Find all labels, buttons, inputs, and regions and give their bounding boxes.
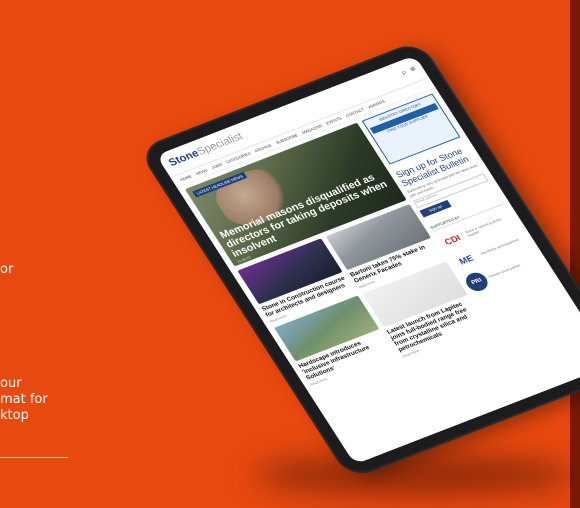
partner-logo-pri: PRI bbox=[462, 269, 492, 294]
tablet-frame: StoneSpecialist ⌕ ≡ Home News Jobs Categ… bbox=[140, 42, 580, 478]
search-icon[interactable]: ⌕ bbox=[399, 68, 409, 78]
tablet-screen: StoneSpecialist ⌕ ≡ Home News Jobs Categ… bbox=[156, 55, 580, 465]
partner-logo-me: ME bbox=[457, 253, 476, 267]
partner-text: Machinery and equipment bbox=[479, 237, 520, 256]
partner-text: Premier stone partner bbox=[487, 263, 522, 279]
nav-item-jobs[interactable]: Jobs bbox=[211, 162, 223, 170]
nav-item-home[interactable]: Home bbox=[179, 174, 193, 183]
nav-item-news[interactable]: News bbox=[195, 168, 209, 177]
tablet-mockup: StoneSpecialist ⌕ ≡ Home News Jobs Categ… bbox=[0, 0, 580, 508]
menu-icon[interactable]: ≡ bbox=[408, 64, 418, 74]
